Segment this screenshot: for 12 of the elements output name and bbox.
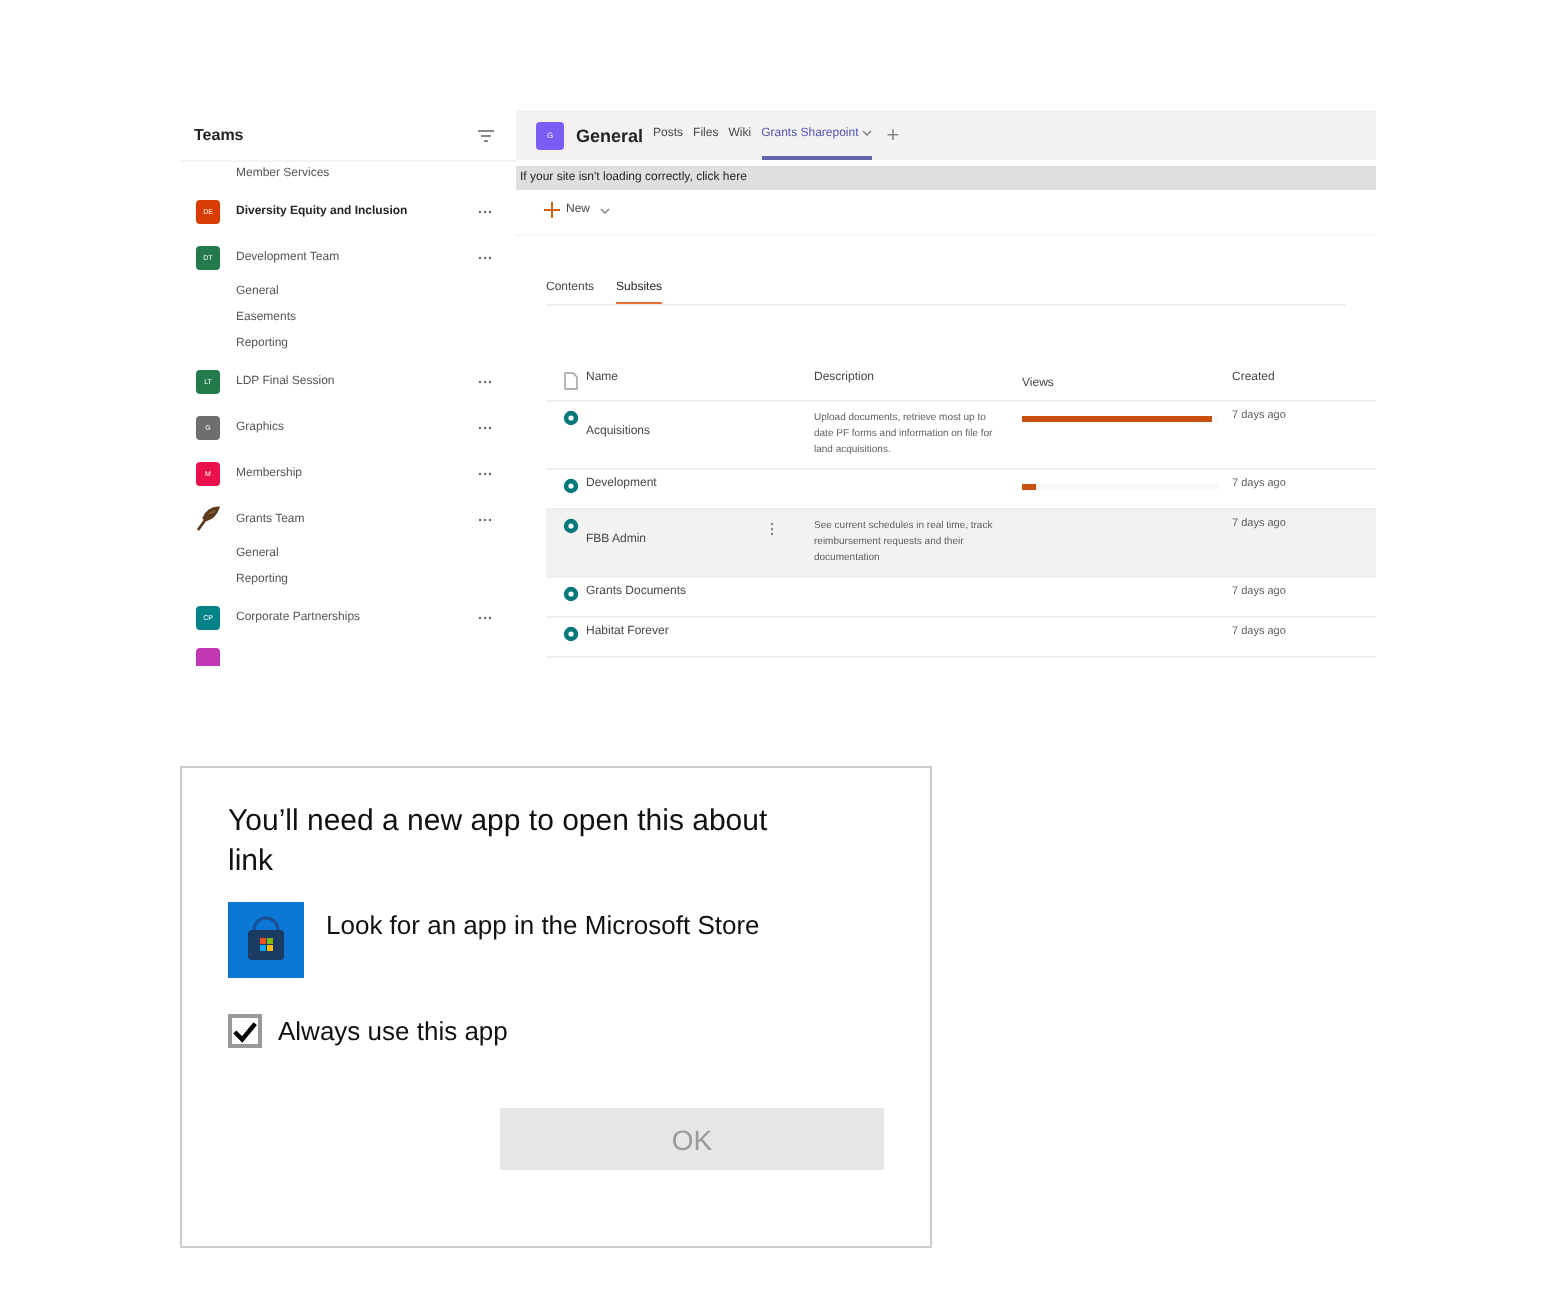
chevron-down-icon: [600, 207, 611, 213]
channel-title: General: [576, 125, 644, 145]
plus-icon: [544, 202, 560, 218]
checkbox[interactable]: [228, 1014, 262, 1048]
store-option[interactable]: Look for an app in the Microsoft Store: [326, 910, 760, 940]
panel-title: Teams: [194, 126, 244, 144]
checkbox-label[interactable]: Always use this app: [278, 1016, 508, 1046]
filter-icon: [478, 129, 494, 141]
store-icon: [228, 902, 304, 978]
feather-icon: [196, 506, 220, 532]
dialog-title: You’ll need a new app to open this about link: [228, 802, 770, 882]
check-icon: [232, 1019, 258, 1043]
